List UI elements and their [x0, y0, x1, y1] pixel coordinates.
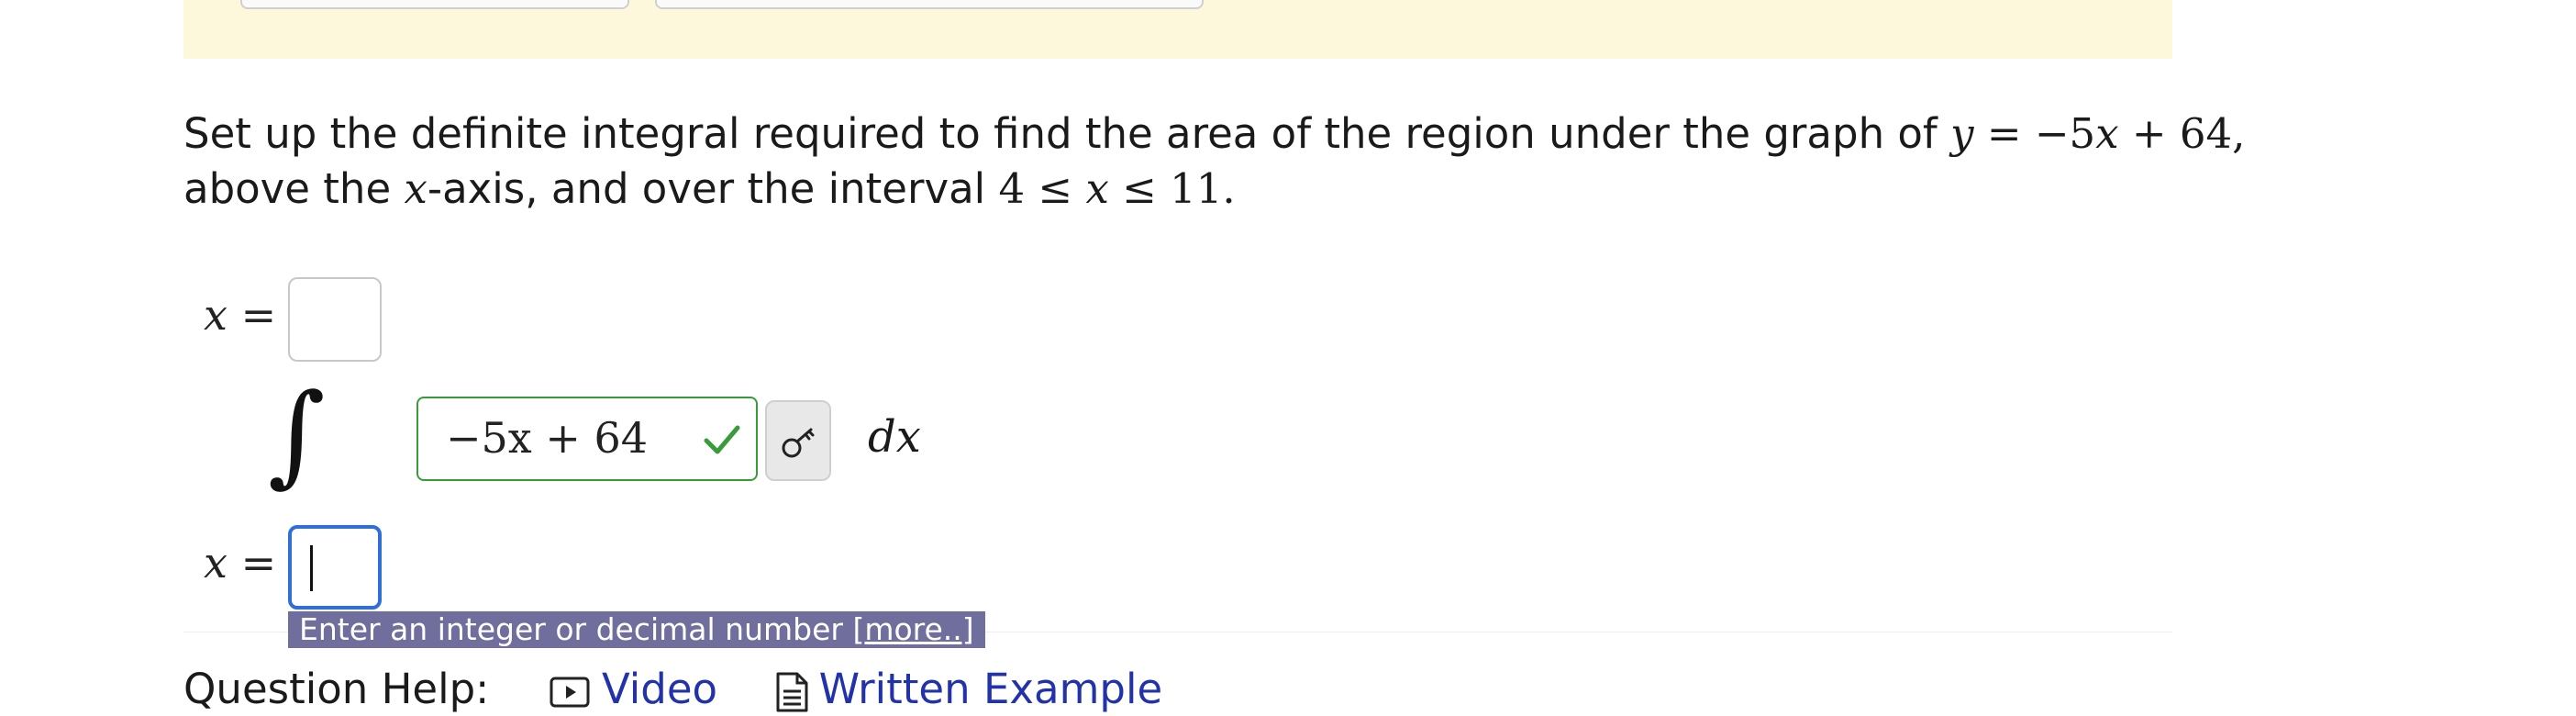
integrand-input[interactable]: −5x + 64 [416, 397, 758, 481]
math-var-x: x [204, 538, 228, 587]
written-example-link-label[interactable]: Written Example [819, 665, 1163, 713]
question-text-part: above the [183, 164, 405, 213]
question-line-1: Set up the definite integral required to… [183, 106, 2245, 162]
upper-limit-label: x = [204, 290, 276, 340]
checkmark-icon [704, 425, 740, 454]
integral-sign: ∫ [268, 371, 326, 498]
banner-button-right[interactable] [655, 0, 1204, 9]
math-var-y: y [1950, 109, 1974, 158]
question-help-label: Question Help: [183, 665, 490, 713]
question-help: Question Help: Video Written Example [183, 663, 1162, 716]
question-text: Set up the definite integral required to… [183, 106, 2245, 217]
banner-button-left[interactable] [240, 0, 629, 9]
differential-dx: dx [868, 411, 921, 463]
integrand-value: −5x + 64 [446, 413, 649, 463]
input-hint-tooltip: Enter an integer or decimal number [more… [288, 611, 985, 648]
math-var-x: x [204, 290, 228, 340]
video-link[interactable]: Video [549, 665, 730, 713]
tooltip-text: Enter an integer or decimal number [299, 611, 853, 647]
play-video-icon [550, 677, 590, 708]
written-example-link[interactable]: Written Example [773, 665, 1163, 713]
text-caret [310, 545, 313, 591]
lower-limit-label: x = [204, 538, 276, 587]
interval-low: 4 ≤ [998, 164, 1086, 213]
key-icon [782, 428, 815, 458]
tooltip-more-link[interactable]: [more..] [852, 611, 973, 647]
math-constant: + 64, [2118, 109, 2246, 158]
question-text-part: -axis, and over the interval [427, 164, 999, 213]
preview-key-button[interactable] [765, 400, 831, 481]
math-equals: = [227, 290, 277, 340]
video-link-label[interactable]: Video [602, 665, 717, 713]
lower-limit-input[interactable] [288, 525, 382, 610]
upper-limit-input[interactable] [288, 277, 382, 362]
math-equals: = −5 [1973, 109, 2096, 158]
math-var-x: x [1085, 164, 1109, 213]
question-text-part: Set up the definite integral required to… [183, 109, 1951, 158]
interval-high: ≤ 11. [1108, 164, 1236, 213]
math-var-x: x [404, 164, 427, 213]
math-var-x: x [2095, 109, 2119, 158]
question-line-2: above the x-axis, and over the interval … [183, 162, 2202, 217]
math-equals: = [227, 538, 277, 587]
document-icon [776, 672, 808, 712]
feedback-banner [183, 0, 2172, 59]
